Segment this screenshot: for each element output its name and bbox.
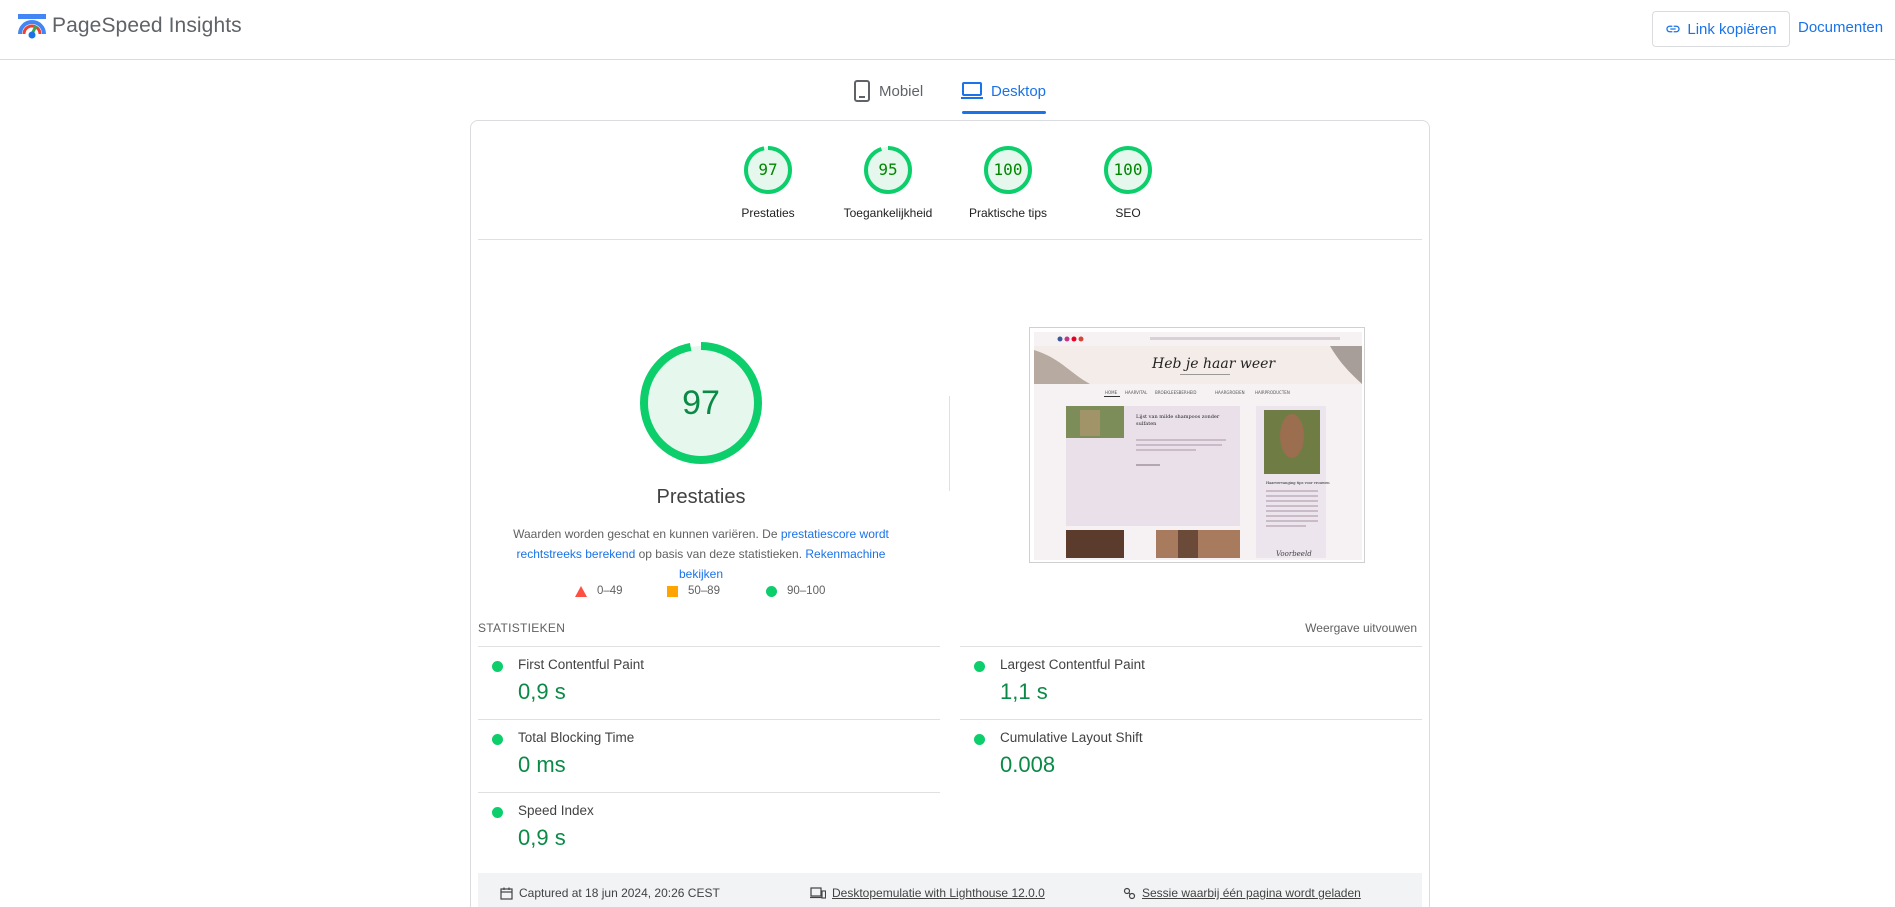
score-ring: 95 xyxy=(862,144,914,196)
legend-range: 90–100 xyxy=(787,585,826,597)
thumb-nav-3: BROEKLEESBERHEID xyxy=(1155,390,1197,395)
score-value: 95 xyxy=(878,160,898,179)
metric-speed-index[interactable]: Speed Index 0,9 s xyxy=(478,792,940,865)
page-screenshot-thumbnail[interactable]: Heb je haar weer HOME HAARVITAL BROEKLEE… xyxy=(1029,327,1365,563)
score-label: SEO xyxy=(1115,206,1141,220)
triangle-icon xyxy=(575,585,587,597)
thumb-post-title-2: sulfaten xyxy=(1136,421,1157,427)
pagespeed-logo-icon[interactable] xyxy=(18,14,46,40)
score-gauge-best-practices[interactable]: 100 Praktische tips xyxy=(948,144,1068,220)
score-label: Prestaties xyxy=(741,206,795,220)
square-icon xyxy=(667,585,678,597)
score-label: Praktische tips xyxy=(968,206,1048,220)
metric-cumulative-layout-shift[interactable]: Cumulative Layout Shift 0.008 xyxy=(960,719,1422,792)
session-text: Sessie waarbij één pagina wordt geladen xyxy=(1142,886,1361,900)
circle-icon xyxy=(766,585,777,597)
session-icon xyxy=(1123,887,1136,899)
tab-mobile[interactable]: Mobiel xyxy=(853,72,923,110)
performance-score: 97 xyxy=(682,384,720,422)
captured-at: Captured at 18 jun 2024, 20:26 CEST xyxy=(500,886,720,900)
metric-name: Total Blocking Time xyxy=(518,730,635,745)
legend-average: 50–89 xyxy=(667,585,720,597)
legend-pass: 90–100 xyxy=(766,585,825,597)
score-ring: 100 xyxy=(982,144,1034,196)
captured-text: Captured at 18 jun 2024, 20:26 CEST xyxy=(519,886,720,900)
pass-indicator-icon xyxy=(974,734,985,745)
pass-indicator-icon xyxy=(492,661,503,672)
metric-value: 0,9 s xyxy=(518,679,566,704)
performance-description: Waarden worden geschat en kunnen variëre… xyxy=(501,524,901,584)
metric-first-contentful-paint[interactable]: First Contentful Paint 0,9 s xyxy=(478,646,940,719)
statistics-heading: STATISTIEKEN xyxy=(478,621,566,635)
thumb-footer-script: Voorbeeld xyxy=(1276,550,1312,558)
metric-total-blocking-time[interactable]: Total Blocking Time 0 ms xyxy=(478,719,940,792)
copy-link-label: Link kopiëren xyxy=(1687,20,1777,38)
docs-link[interactable]: Documenten xyxy=(1798,19,1883,36)
thumb-nav-5: HAIRPRODUCTEN xyxy=(1255,390,1290,395)
performance-title: Prestaties xyxy=(656,486,746,508)
calendar-icon xyxy=(500,887,513,900)
thumb-nav-1: HOME xyxy=(1105,390,1118,395)
metric-value: 0 ms xyxy=(518,752,566,777)
metric-value: 0.008 xyxy=(1000,752,1056,777)
score-legend: 0–49 50–89 90–100 xyxy=(575,585,835,605)
score-ring: 97 xyxy=(742,144,794,196)
score-ring: 100 xyxy=(1102,144,1154,196)
report-card: 97 Prestaties 95 Toegankelijkheid 100 Pr… xyxy=(470,120,1430,907)
copy-link-button[interactable]: Link kopiëren xyxy=(1652,11,1790,47)
smartphone-icon xyxy=(854,80,870,102)
thumb-post-title: Lijst van milde shampoos zonder xyxy=(1136,414,1220,420)
legend-fail: 0–49 xyxy=(575,585,623,597)
brand-title[interactable]: PageSpeed Insights xyxy=(52,14,242,38)
tab-mobile-label: Mobiel xyxy=(879,82,924,100)
desc-text: op basis van deze statistieken. xyxy=(635,547,806,561)
metric-name: Cumulative Layout Shift xyxy=(1000,730,1143,745)
laptop-icon xyxy=(961,82,983,99)
score-gauge-seo[interactable]: 100 SEO xyxy=(1068,144,1188,220)
pass-indicator-icon xyxy=(974,661,985,672)
tab-desktop[interactable]: Desktop xyxy=(961,72,1047,114)
score-value: 97 xyxy=(758,160,778,179)
metric-largest-contentful-paint[interactable]: Largest Contentful Paint 1,1 s xyxy=(960,646,1422,719)
emulation-link[interactable]: Desktopemulatie with Lighthouse 12.0.0 xyxy=(810,886,1045,900)
pass-indicator-icon xyxy=(492,807,503,818)
emulation-text: Desktopemulatie with Lighthouse 12.0.0 xyxy=(832,886,1045,900)
metric-name: Speed Index xyxy=(518,803,594,818)
metric-name: First Contentful Paint xyxy=(518,657,645,672)
session-link[interactable]: Sessie waarbij één pagina wordt geladen xyxy=(1123,886,1361,900)
legend-range: 50–89 xyxy=(688,585,720,597)
thumb-nav-2: HAARVITAL xyxy=(1125,390,1148,395)
divider xyxy=(478,239,1422,240)
screenshot-image: Heb je haar weer HOME HAARVITAL BROEKLEE… xyxy=(1030,328,1364,562)
score-label: Toegankelijkheid xyxy=(843,206,933,220)
legend-range: 0–49 xyxy=(597,585,623,597)
top-bar: PageSpeed Insights Link kopiëren Documen… xyxy=(0,0,1895,60)
thumb-sidebar-heading: Haarvervanging tips voor vrouwen xyxy=(1266,481,1330,485)
thumb-nav-4: HAARGROEIEN xyxy=(1215,390,1245,395)
thumb-site-title: Heb je haar weer xyxy=(1151,356,1276,372)
score-value: 100 xyxy=(993,160,1023,179)
vertical-divider xyxy=(949,396,950,491)
performance-gauge: 97 xyxy=(639,341,763,465)
score-value: 100 xyxy=(1113,160,1143,179)
link-icon xyxy=(1666,25,1681,33)
runtime-settings-bar: Captured at 18 jun 2024, 20:26 CEST Desk… xyxy=(478,873,1422,907)
tab-desktop-label: Desktop xyxy=(991,82,1047,100)
expand-view-toggle[interactable]: Weergave uitvouwen xyxy=(1305,621,1417,635)
metric-name: Largest Contentful Paint xyxy=(1000,657,1145,672)
metric-value: 0,9 s xyxy=(518,825,566,850)
devices-icon xyxy=(810,887,826,899)
score-gauge-accessibility[interactable]: 95 Toegankelijkheid xyxy=(828,144,948,220)
metric-value: 1,1 s xyxy=(1000,679,1048,704)
desc-text: Waarden worden geschat en kunnen variëre… xyxy=(513,527,781,541)
pass-indicator-icon xyxy=(492,734,503,745)
category-scores: 97 Prestaties 95 Toegankelijkheid 100 Pr… xyxy=(471,121,1429,241)
score-gauge-performance[interactable]: 97 Prestaties xyxy=(708,144,828,220)
